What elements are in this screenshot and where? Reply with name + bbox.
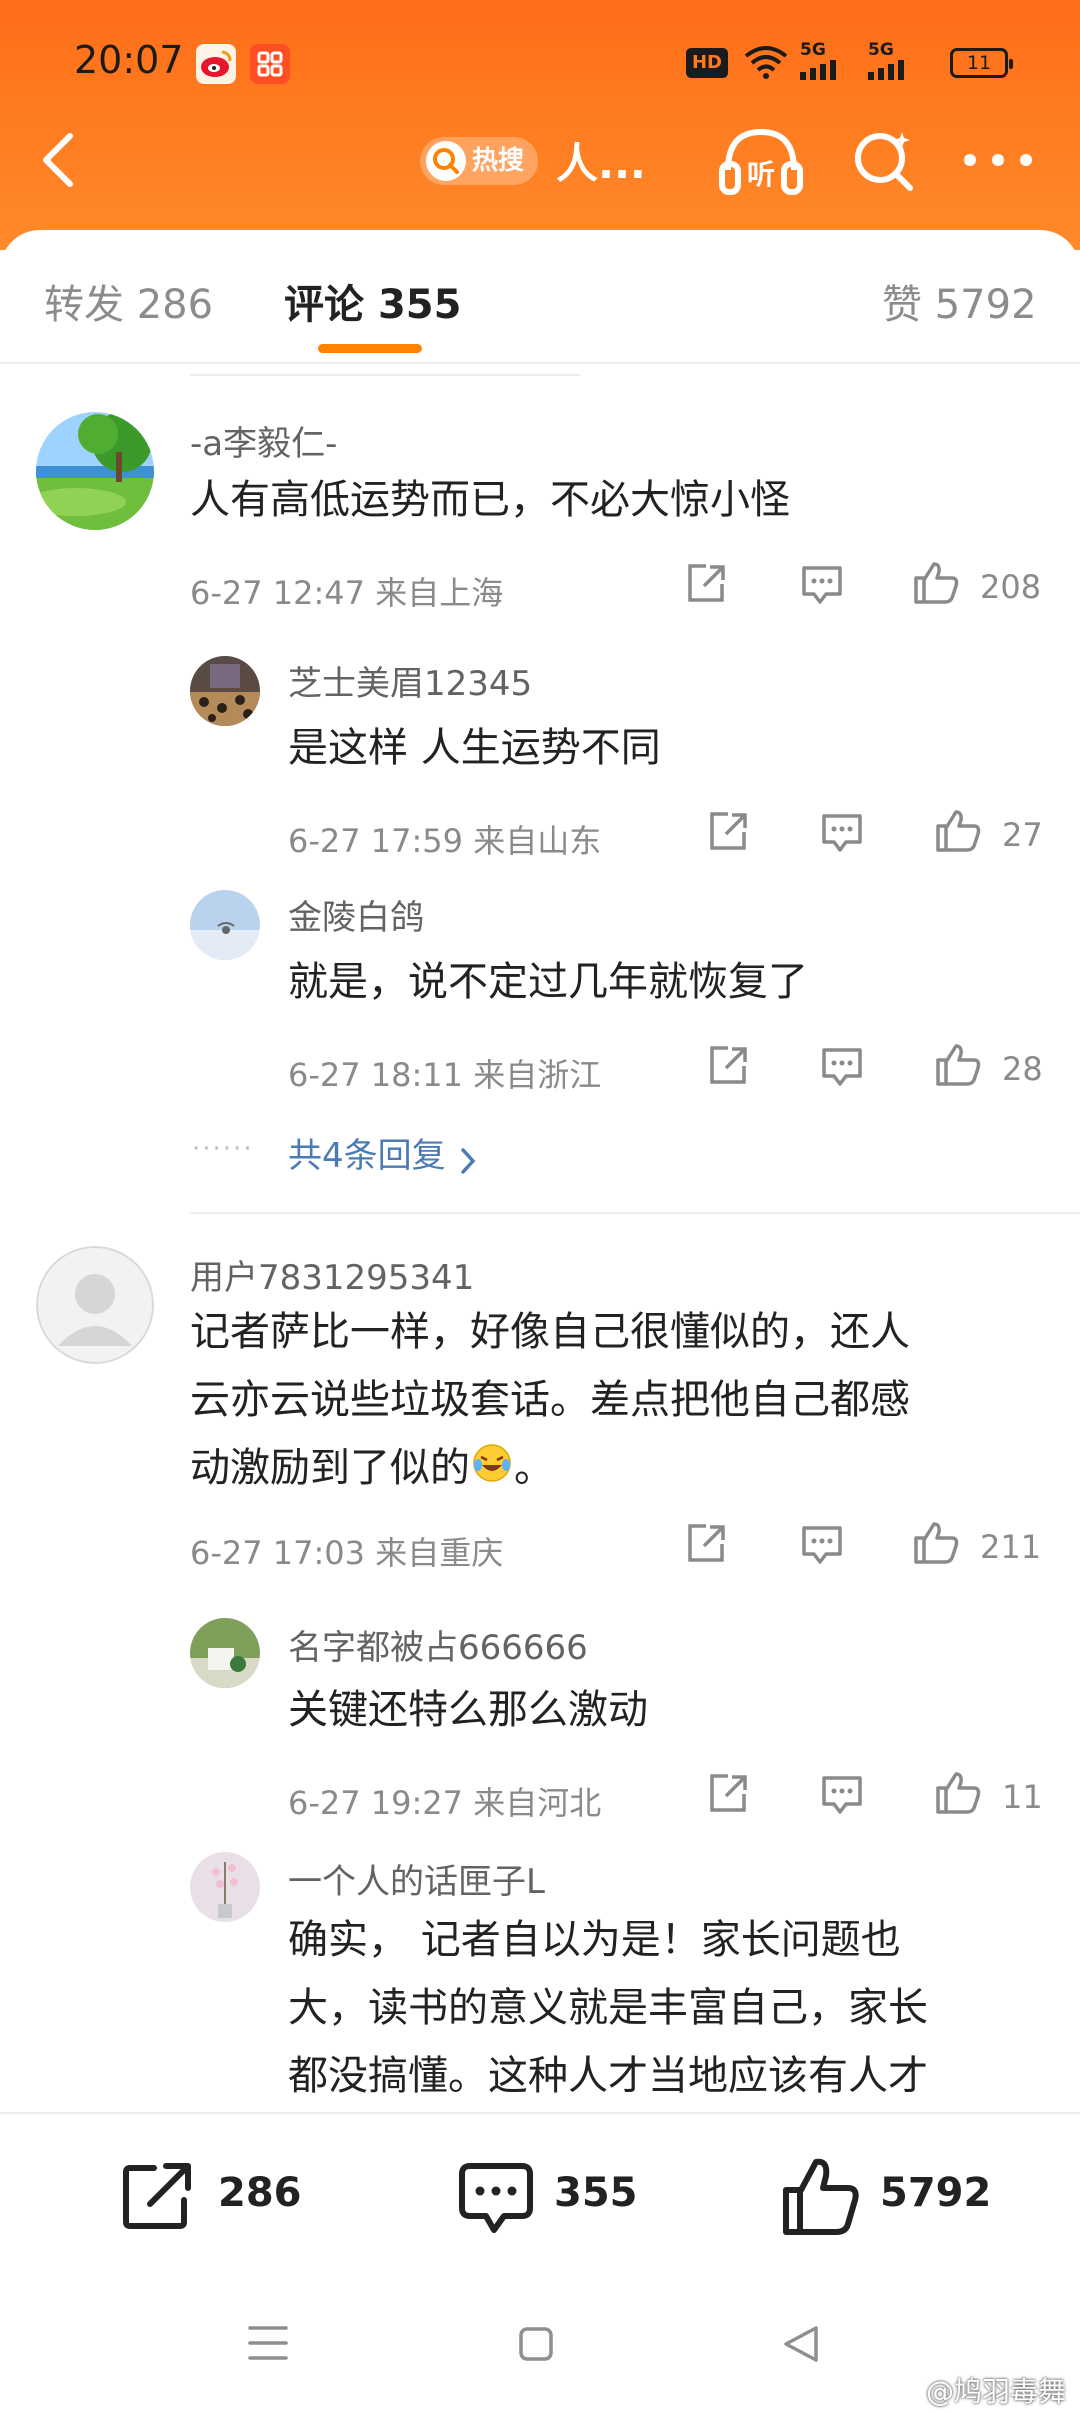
laughing-tears-emoji-icon [472, 1436, 512, 1504]
tabs-divider [0, 362, 1080, 364]
signal-label-1: 5G [800, 40, 826, 60]
share-icon[interactable] [706, 1044, 750, 1092]
comment-text-line: 记者萨比一样，好像自己很懂似的，还人 [190, 1309, 910, 1355]
like-count: 27 [1002, 816, 1043, 854]
comment-text: 记者萨比一样，好像自己很懂似的，还人 云亦云说些垃圾套话。差点把他自己都感 动激… [190, 1298, 1040, 1504]
reply-text: 就是，说不定过几年就恢复了 [288, 959, 808, 1005]
reply-text-line: 都没搞懂。这种人才当地应该有人才 [288, 2053, 928, 2099]
reply-meta: 6-27 17:59 来自山东 [288, 822, 602, 860]
hot-search-icon [426, 141, 466, 181]
reply-username[interactable]: 金陵白鸽 [288, 890, 424, 939]
weibo-notification-icon [196, 44, 236, 84]
back-triangle-icon[interactable] [782, 2324, 820, 2368]
avatar[interactable] [190, 1618, 260, 1688]
reply-username[interactable]: 一个人的话匣子L [288, 1854, 545, 1903]
avatar[interactable] [190, 656, 260, 726]
reply-icon[interactable] [820, 1046, 864, 1092]
tab-likes-label: 赞 [882, 282, 922, 328]
status-time: 20:07 [74, 38, 184, 82]
watermark: @鸠羽毒舞 [925, 2375, 1066, 2408]
like-count: 208 [980, 568, 1042, 606]
like-button[interactable]: 5792 [780, 2154, 1040, 2238]
hot-search-label: 热搜 [472, 146, 525, 176]
comment-text-line-3: 动激励到了似的。 [190, 1434, 1040, 1504]
tab-comments-count: 355 [377, 282, 462, 328]
menu-icon[interactable] [248, 2324, 288, 2366]
signal-bars-1-icon [800, 58, 846, 84]
page-title: 人... [556, 139, 646, 188]
reply-icon[interactable] [800, 1524, 844, 1570]
avatar[interactable] [190, 890, 260, 960]
like-icon[interactable] [912, 1518, 960, 1570]
scroll-divider [190, 374, 580, 376]
like-total: 5792 [880, 2170, 992, 2216]
share-icon[interactable] [706, 1772, 750, 1820]
wifi-icon [742, 44, 790, 84]
chevron-right-icon [459, 1146, 477, 1180]
share-icon[interactable] [706, 810, 750, 858]
tab-likes[interactable]: 赞 5792 [882, 272, 1037, 330]
like-icon[interactable] [934, 1040, 982, 1092]
reply-text: 确实， 记者自以为是！家长问题也 大，读书的意义就是丰富自己，家长 都没搞懂。这… [288, 1906, 1058, 2110]
more-options-icon[interactable] [962, 150, 1034, 174]
view-more-replies-label: 共4条回复 [288, 1136, 446, 1176]
avatar[interactable] [190, 1852, 260, 1922]
comment-icon [456, 2158, 536, 2242]
active-tab-indicator [318, 344, 422, 353]
home-square-icon[interactable] [518, 2326, 554, 2366]
tab-repost-count: 286 [136, 282, 214, 328]
repost-count: 286 [218, 2170, 302, 2216]
listen-icon[interactable]: 听 [718, 124, 804, 204]
reply-icon[interactable] [820, 812, 864, 858]
reply-meta: 6-27 18:11 来自浙江 [288, 1056, 602, 1094]
share-icon[interactable] [684, 1522, 728, 1570]
like-count: 211 [980, 1528, 1042, 1566]
share-icon[interactable] [684, 562, 728, 610]
tab-repost[interactable]: 转发 286 [44, 272, 213, 330]
reply-meta: 6-27 19:27 来自河北 [288, 1784, 602, 1822]
repost-icon [120, 2160, 198, 2238]
repost-button[interactable]: 286 [120, 2160, 360, 2234]
comment-text: 人有高低运势而已，不必大惊小怪 [190, 477, 790, 523]
like-count: 11 [1002, 1778, 1043, 1816]
signal-bars-2-icon [868, 58, 914, 84]
comment-username[interactable]: -a李毅仁- [190, 416, 337, 465]
app-notification-icon [250, 44, 290, 84]
hd-indicator: HD [686, 48, 728, 78]
comment-button[interactable]: 355 [456, 2158, 696, 2238]
comment-meta: 6-27 17:03 来自重庆 [190, 1534, 504, 1572]
reply-icon[interactable] [820, 1774, 864, 1820]
reply-text-line: 大，读书的意义就是丰富自己，家长 [288, 1985, 928, 2031]
signal-label-2: 5G [868, 40, 894, 60]
battery-indicator: 11 [950, 48, 1013, 78]
reply-text: 关键还特么那么激动 [288, 1687, 648, 1733]
more-replies-dots: ······ [192, 1134, 254, 1164]
reply-text: 是这样 人生运势不同 [288, 725, 661, 771]
avatar[interactable] [36, 412, 154, 530]
reply-username[interactable]: 名字都被占666666 [288, 1620, 588, 1669]
tab-repost-label: 转发 [44, 282, 124, 328]
thumbs-up-icon [780, 2154, 860, 2242]
comment-meta: 6-27 12:47 来自上海 [190, 574, 504, 612]
comment-text-line: 云亦云说些垃圾套话。差点把他自己都感 [190, 1377, 910, 1423]
tab-comments[interactable]: 评论 355 [284, 272, 461, 330]
avatar[interactable] [36, 1246, 154, 1364]
svg-text:听: 听 [747, 158, 775, 191]
search-icon[interactable] [850, 126, 918, 200]
comment-username[interactable]: 用户7831295341 [190, 1250, 474, 1299]
reply-text-line: 确实， 记者自以为是！家长问题也 [288, 1917, 901, 1963]
like-count: 28 [1002, 1050, 1043, 1088]
tab-likes-count: 5792 [934, 282, 1037, 328]
reply-icon[interactable] [800, 564, 844, 610]
like-icon[interactable] [912, 558, 960, 610]
view-more-replies-link[interactable]: 共4条回复 [288, 1128, 477, 1180]
tab-comments-label: 评论 [284, 282, 364, 328]
comment-divider [190, 1212, 1080, 1214]
comment-count: 355 [554, 2170, 638, 2216]
reply-username[interactable]: 芝士美眉12345 [288, 656, 532, 705]
like-icon[interactable] [934, 1768, 982, 1820]
hot-search-badge[interactable]: 热搜 [420, 137, 539, 185]
like-icon[interactable] [934, 806, 982, 858]
back-arrow-icon[interactable] [38, 130, 78, 194]
